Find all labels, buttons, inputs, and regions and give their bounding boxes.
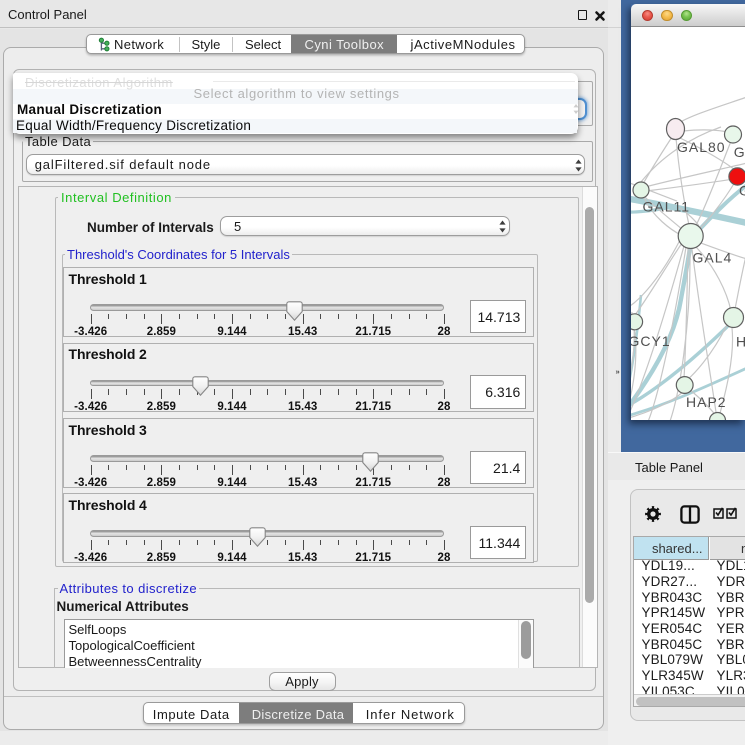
svg-text:HAP2: HAP2 <box>686 394 727 410</box>
svg-text:GAL80: GAL80 <box>677 139 726 155</box>
svg-text:GAL4: GAL4 <box>693 249 733 265</box>
svg-text:HIS4: HIS4 <box>736 334 745 350</box>
svg-text:GAL7: GAL7 <box>734 144 745 160</box>
svg-text:GAL11: GAL11 <box>643 199 691 215</box>
svg-text:GC: GC <box>739 183 745 199</box>
svg-text:GCY1: GCY1 <box>631 333 671 349</box>
